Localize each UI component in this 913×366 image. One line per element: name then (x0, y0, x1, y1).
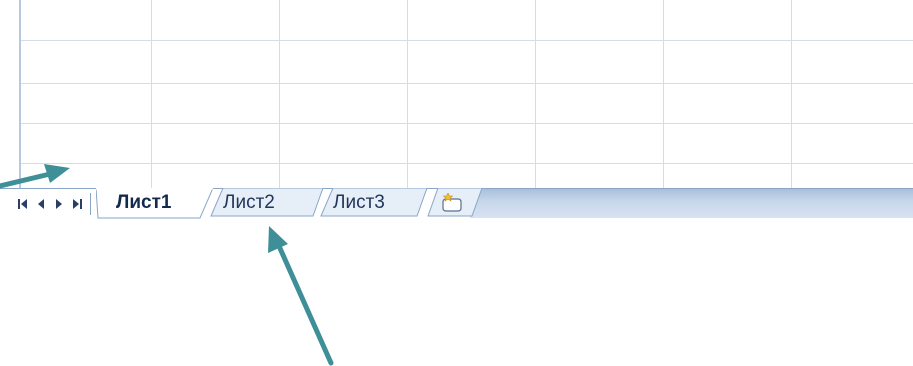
sheet-tab-label: Лист3 (333, 192, 385, 213)
grid-column-line (535, 0, 536, 188)
tab-bar-scroll-area[interactable] (470, 188, 913, 218)
grid-row-line (21, 40, 913, 41)
grid-column-line (791, 0, 792, 188)
grid-row-line (21, 163, 913, 164)
sheet-tab-bar: Лист1 Лист2 Лист3 (0, 188, 913, 219)
navigation-separator (90, 193, 91, 215)
worksheet-grid[interactable] (19, 0, 913, 188)
sheet-navigation (14, 193, 91, 215)
sheet-tab-2[interactable]: Лист2 (203, 188, 325, 218)
first-sheet-icon[interactable] (14, 195, 32, 213)
grid-row-line (21, 83, 913, 84)
grid-column-line (151, 0, 152, 188)
insert-sheet-tab[interactable] (420, 188, 484, 218)
insert-sheet-icon (440, 192, 464, 218)
grid-row-line (21, 123, 913, 124)
last-sheet-icon[interactable] (68, 195, 86, 213)
sheet-tab-label: Лист2 (223, 192, 275, 213)
sheet-tab-3[interactable]: Лист3 (313, 188, 431, 218)
sheet-tab-label: Лист1 (116, 192, 172, 213)
grid-column-line (407, 0, 408, 188)
grid-column-line (663, 0, 664, 188)
sheet-tab-1[interactable]: Лист1 (96, 188, 214, 219)
next-sheet-icon[interactable] (50, 195, 68, 213)
previous-sheet-icon[interactable] (32, 195, 50, 213)
grid-column-line (279, 0, 280, 188)
annotation-arrow-bottom (268, 226, 334, 366)
